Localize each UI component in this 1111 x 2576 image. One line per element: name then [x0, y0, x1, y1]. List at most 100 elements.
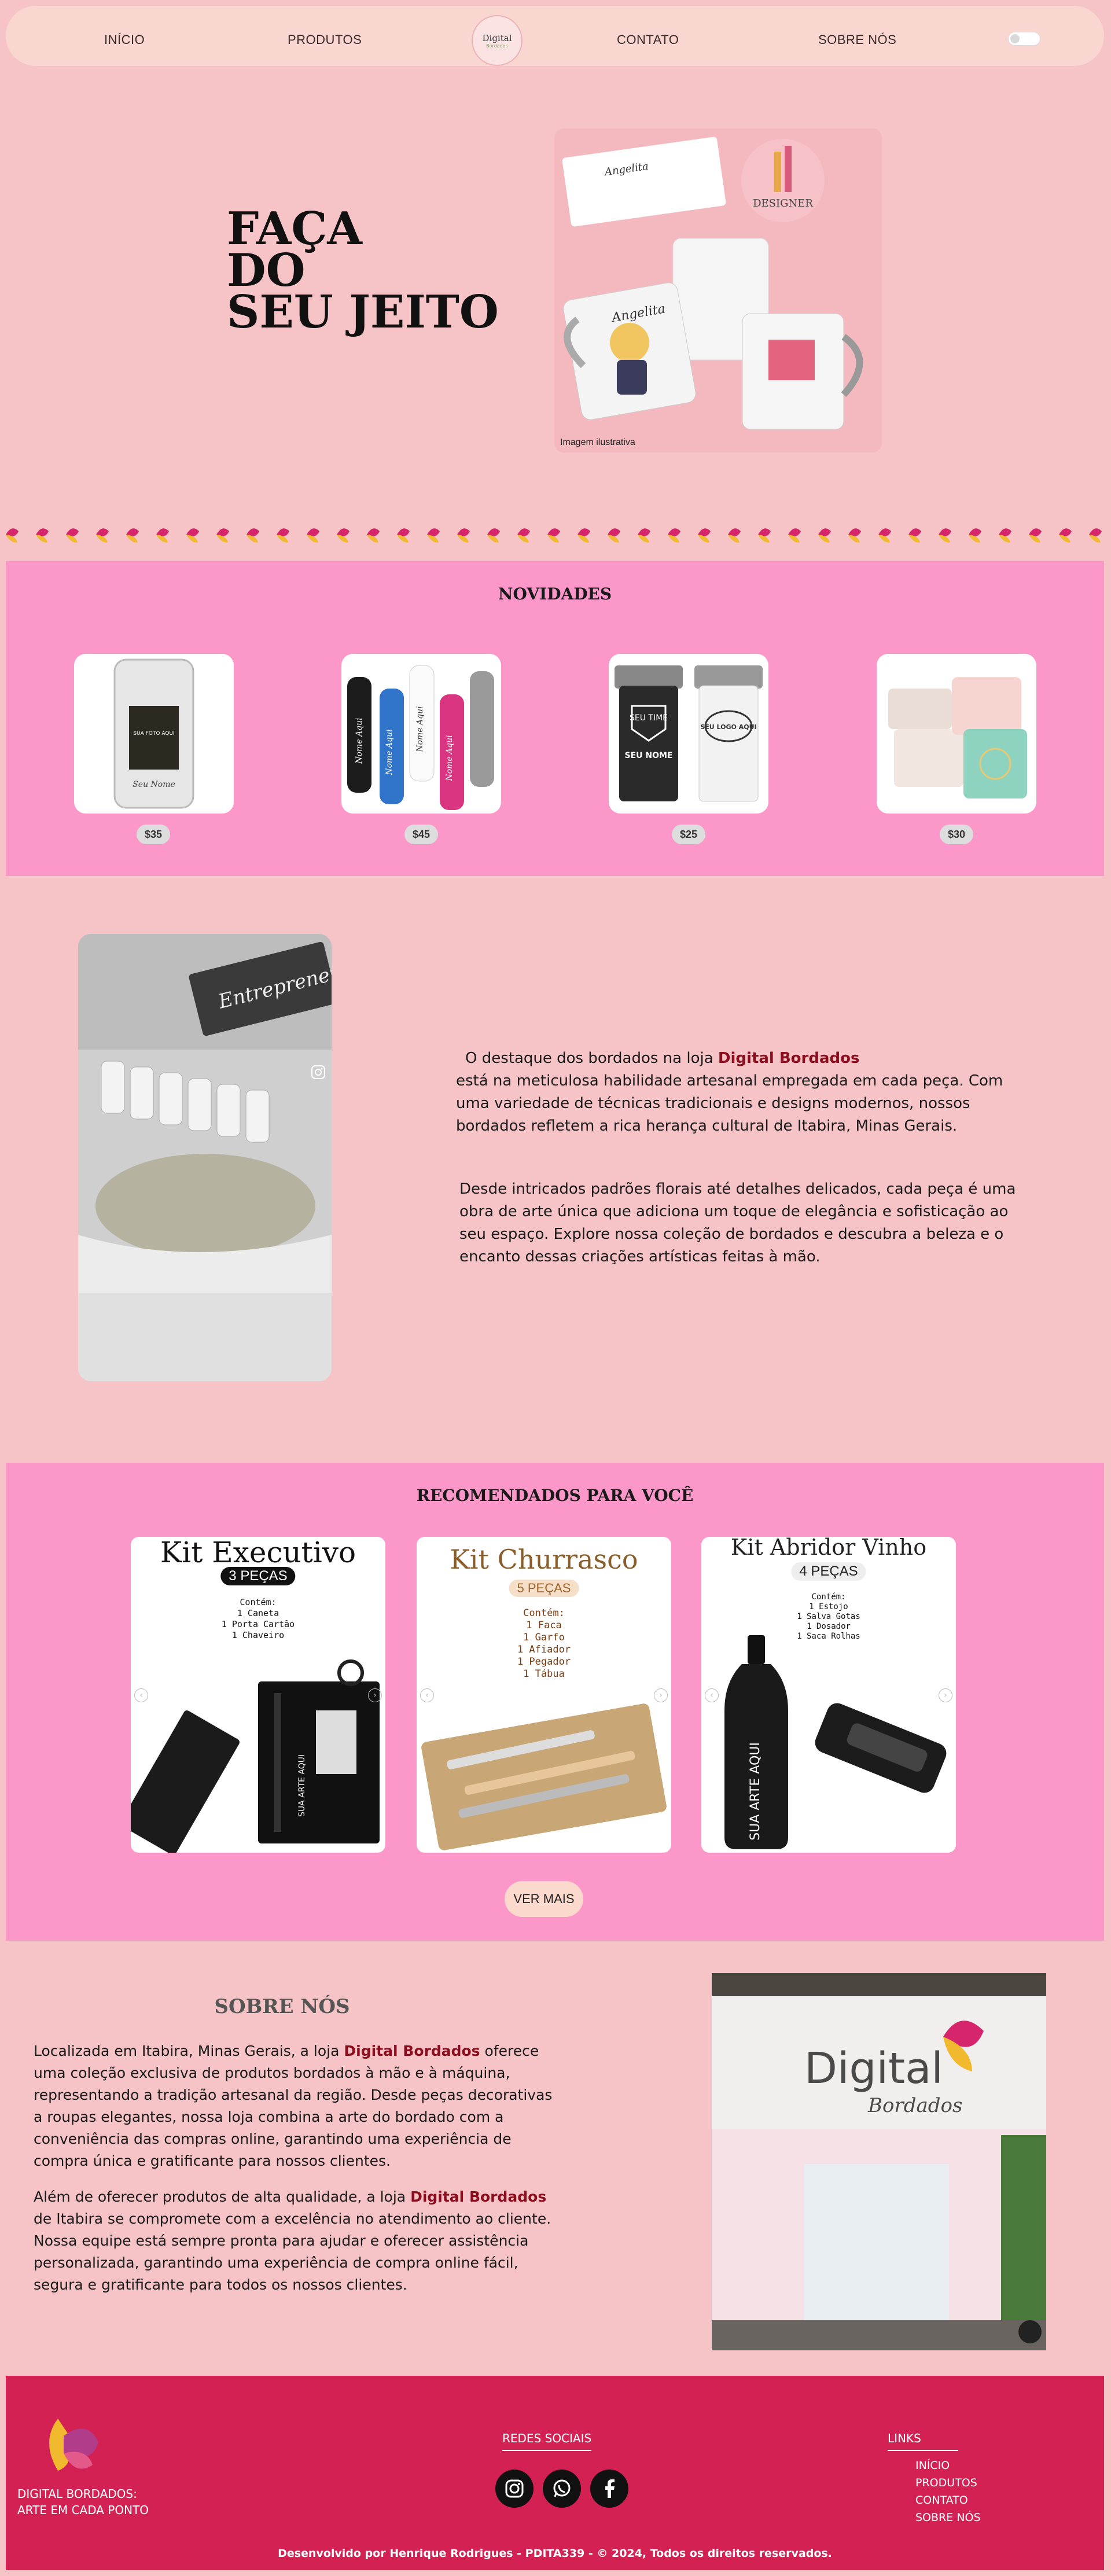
facebook-link[interactable] [590, 2470, 628, 2508]
novidades-title: NOVIDADES [498, 584, 612, 603]
about-paragraph-2: Além de oferecer produtos de alta qualid… [34, 2186, 560, 2296]
footer-link-sobre[interactable]: SOBRE NÓS [915, 2511, 981, 2524]
product-card-tumblers[interactable]: SEU TIME SEU NOME SEU LOGO AQUI [609, 654, 768, 814]
image-caption: Imagem ilustrativa [560, 437, 635, 447]
svg-text:Bordados: Bordados [867, 2094, 962, 2117]
whatsapp-icon [553, 2479, 571, 2497]
product-price: $35 [137, 825, 170, 844]
product-card-jewelry-boxes[interactable] [877, 654, 1036, 814]
kit-contents: Contém: 1 Faca 1 Garfo 1 Afiador 1 Pegad… [517, 1607, 571, 1680]
kit-badge: 5 PEÇAS [509, 1580, 579, 1597]
recomendados-title: RECOMENDADOS PARA VOCÊ [416, 1486, 694, 1505]
paragraph-text: oferece uma coleção exclusiva de produto… [34, 2043, 553, 2169]
embroidery-video[interactable]: Entrepreneur [78, 934, 332, 1381]
instagram-icon [311, 1065, 325, 1079]
footer-link-produtos[interactable]: PRODUTOS [915, 2476, 977, 2489]
brand-name: Digital Bordados [718, 1050, 860, 1067]
butterfly-logo-icon [49, 2419, 98, 2471]
embroidery-paragraph-1: O destaque dos bordados na loja Digital … [456, 1047, 1023, 1138]
phone-case-image: SUA FOTO AQUI Seu Nome [113, 658, 194, 809]
copyright: Desenvolvido por Henrique Rodrigues - PD… [278, 2547, 832, 2560]
nav-sobre[interactable]: SOBRE NÓS [818, 32, 896, 47]
paragraph-text: Desde intricados padrões florais até det… [459, 1180, 1016, 1265]
novidades-section: NOVIDADES SUA FOTO AQUI Seu Nome $35 Nom… [6, 561, 1104, 876]
kit-card-abridor-vinho[interactable]: Kit Abridor Vinho 4 PEÇAS Contém: 1 Esto… [701, 1537, 956, 1853]
decorative-border [0, 521, 1111, 549]
footer: DIGITAL BORDADOS: ARTE EM CADA PONTO RED… [6, 2376, 1104, 2570]
svg-text:SEU LOGO AQUI: SEU LOGO AQUI [700, 723, 756, 731]
paragraph-text: está na meticulosa habilidade artesanal … [456, 1072, 1003, 1135]
theme-toggle[interactable] [1008, 32, 1040, 46]
product-card-bottles[interactable]: Nome Aqui Nome Aqui Nome Aqui Nome Aqui [341, 654, 501, 814]
tumblers-image: SEU TIME SEU NOME SEU LOGO AQUI [615, 665, 763, 802]
hero-title: FAÇA DO SEU JEITO [227, 207, 516, 338]
brand-name: Digital Bordados [410, 2188, 547, 2205]
carousel-next-icon[interactable]: › [368, 1688, 382, 1702]
svg-text:SUA FOTO AQUI: SUA FOTO AQUI [133, 731, 174, 737]
product-price: $30 [940, 825, 973, 844]
kit-executivo-image: SUA ARTE AQUI [131, 1659, 380, 1853]
mugs-illustration: DESIGNER Angelita Angelita [562, 137, 863, 430]
svg-text:SUA ARTE AQUI: SUA ARTE AQUI [748, 1742, 763, 1841]
paragraph-text: de Itabira se compromete com a excelênci… [34, 2210, 551, 2293]
logo-subtitle: Bordados [486, 43, 508, 49]
product-price: $45 [404, 825, 438, 844]
ver-mais-button[interactable]: VER MAIS [505, 1881, 583, 1917]
kit-title: Kit Abridor Vinho [730, 1537, 927, 1560]
butterfly-pattern-icon [6, 528, 1102, 543]
instagram-icon [505, 2479, 524, 2498]
social-heading: REDES SOCIAIS [502, 2431, 592, 2451]
nav-contato[interactable]: CONTATO [617, 32, 679, 47]
kit-card-churrasco[interactable]: Kit Churrasco 5 PEÇAS Contém: 1 Faca 1 G… [417, 1537, 671, 1853]
embroidery-machine-image: Entrepreneur [78, 934, 332, 1381]
carousel-prev-icon[interactable]: ‹ [134, 1688, 148, 1702]
svg-text:SEU NOME: SEU NOME [624, 751, 672, 760]
hero-title-line: SEU JEITO [227, 286, 499, 338]
kit-badge: 4 PEÇAS [791, 1562, 866, 1581]
brand-name: Digital Bordados [344, 2043, 480, 2059]
kit-card-executivo[interactable]: Kit Executivo 3 PEÇAS Contém: 1 Caneta 1… [131, 1537, 385, 1853]
svg-text:Nome Aqui: Nome Aqui [385, 729, 394, 775]
footer-link-contato[interactable]: CONTATO [915, 2494, 968, 2507]
svg-text:DESIGNER: DESIGNER [753, 197, 813, 209]
footer-link-inicio[interactable]: INÍCIO [915, 2459, 950, 2472]
kit-badge: 3 PEÇAS [220, 1567, 296, 1585]
product-price: $25 [672, 825, 705, 844]
svg-text:Seu Nome: Seu Nome [133, 780, 175, 789]
svg-text:SEU TIME: SEU TIME [630, 713, 668, 723]
toggle-knob [1010, 34, 1020, 43]
svg-text:Nome Aqui: Nome Aqui [415, 706, 425, 752]
about-paragraph-1: Localizada em Itabira, Minas Gerais, a l… [34, 2040, 560, 2172]
footer-tagline: DIGITAL BORDADOS: [17, 2487, 137, 2501]
paragraph-text: O destaque dos bordados na loja [465, 1050, 718, 1067]
nav-produtos[interactable]: PRODUTOS [288, 32, 362, 47]
bottles-image: Nome Aqui Nome Aqui Nome Aqui Nome Aqui [347, 665, 494, 810]
kit-contents: Contém: 1 Caneta 1 Porta Cartão 1 Chavei… [221, 1597, 295, 1640]
carousel-prev-icon[interactable]: ‹ [420, 1688, 434, 1702]
kit-contents: Contém: 1 Estojo 1 Salva Gotas 1 Dosador… [797, 1592, 860, 1641]
embroidery-paragraph-2: Desde intricados padrões florais até det… [456, 1178, 1023, 1268]
hero-mugs-image: DESIGNER Angelita Angelita Imagem ilustr… [554, 128, 882, 452]
kit-vinho-image: SUA ARTE AQUI [724, 1635, 947, 1849]
kit-title: Kit Executivo [160, 1537, 356, 1569]
paragraph-text: Além de oferecer produtos de alta qualid… [34, 2188, 411, 2205]
brand-logo[interactable]: Digital Bordados [472, 15, 523, 66]
logo-title: Digital [482, 32, 512, 43]
whatsapp-link[interactable] [543, 2470, 581, 2508]
svg-text:SUA ARTE AQUI: SUA ARTE AQUI [297, 1754, 307, 1817]
top-navbar: INÍCIO PRODUTOS Digital Bordados CONTATO… [6, 6, 1104, 66]
jewelry-box-image [888, 677, 1027, 798]
carousel-next-icon[interactable]: › [939, 1688, 952, 1702]
product-card-phone-case[interactable]: SUA FOTO AQUI Seu Nome [74, 654, 234, 814]
about-title: SOBRE NÓS [214, 1995, 350, 2018]
nav-inicio[interactable]: INÍCIO [104, 32, 145, 47]
store-photo: Digital Bordados [712, 1973, 1046, 2350]
recomendados-section: RECOMENDADOS PARA VOCÊ Kit Executivo 3 P… [6, 1463, 1104, 1941]
carousel-next-icon[interactable]: › [654, 1688, 668, 1702]
svg-text:Digital: Digital [804, 2044, 943, 2093]
store-front-image: Digital Bordados [712, 1973, 1046, 2350]
facebook-icon [605, 2479, 615, 2498]
carousel-prev-icon[interactable]: ‹ [705, 1688, 719, 1702]
footer-tagline: ARTE EM CADA PONTO [17, 2503, 149, 2517]
instagram-link[interactable] [495, 2470, 534, 2508]
